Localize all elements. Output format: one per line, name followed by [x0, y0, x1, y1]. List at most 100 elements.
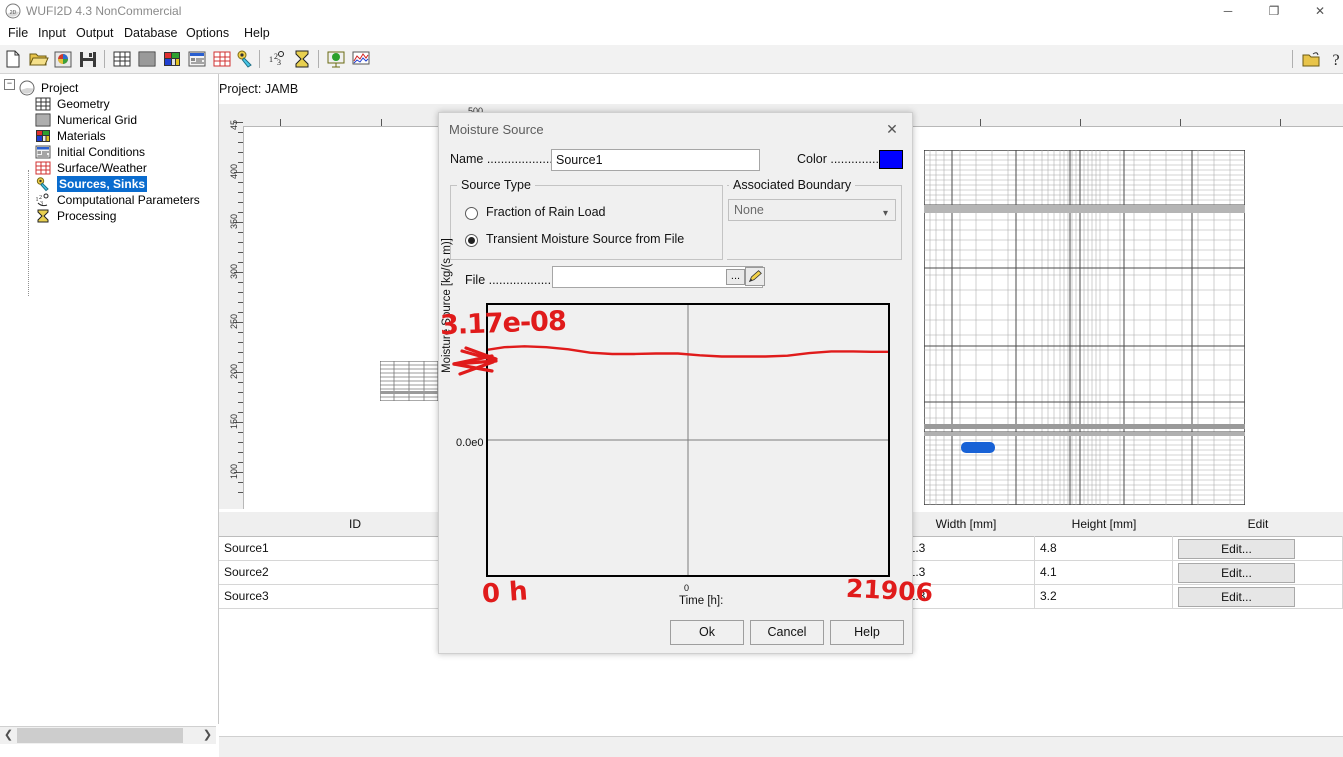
- project-tree-panel: − Project Geometry Numerical Grid Materi…: [0, 74, 219, 724]
- tree-collapse-toggle[interactable]: −: [4, 79, 15, 90]
- menu-database[interactable]: Database: [118, 25, 184, 42]
- initial-conditions-icon[interactable]: [186, 48, 208, 70]
- cell-edit: Edit...: [1173, 536, 1343, 560]
- chart-xlabel: Time [h]:: [679, 595, 723, 607]
- sources-sinks-icon[interactable]: [234, 48, 256, 70]
- radio-fraction-of-rain-load-label[interactable]: Fraction of Rain Load: [486, 205, 606, 219]
- menu-options[interactable]: Options: [180, 25, 235, 42]
- moisture-source-chart: [486, 303, 890, 577]
- minimize-button[interactable]: ─: [1205, 0, 1251, 22]
- sidebar-item-processing-label: Processing: [57, 208, 116, 224]
- geometry-icon: [35, 96, 51, 112]
- svg-text:1: 1: [269, 55, 273, 64]
- file-label: File .....................: [465, 273, 562, 287]
- associated-boundary-select[interactable]: None ▾: [728, 199, 896, 221]
- processing-hourglass-icon[interactable]: [291, 48, 313, 70]
- cell-height: 4.1: [1035, 560, 1173, 584]
- sidebar-item-materials-label: Materials: [57, 128, 106, 144]
- vruler-tick-label: 100: [229, 464, 239, 479]
- help-button[interactable]: Help: [830, 620, 904, 645]
- menu-input[interactable]: Input: [32, 25, 72, 42]
- vruler-tick-label: 400: [229, 164, 239, 179]
- sidebar-item-numerical-grid-label: Numerical Grid: [57, 112, 137, 128]
- menu-file[interactable]: File: [2, 25, 34, 42]
- sidebar-item-project-label: Project: [41, 80, 78, 96]
- sidebar-item-surface-weather-label: Surface/Weather: [57, 160, 147, 176]
- cancel-button[interactable]: Cancel: [750, 620, 824, 645]
- toolbar-separator-2: [259, 50, 260, 68]
- color-label: Color ................: [797, 152, 886, 166]
- associated-boundary-value: None: [734, 203, 764, 217]
- materials-icon: [35, 128, 51, 144]
- y-max-annotation: 3.17e-08: [439, 306, 566, 341]
- name-label: Name ......................: [450, 152, 563, 166]
- chart-plot-area: [488, 305, 888, 575]
- window-titlebar: 2D WUFI2D 4.3 NonCommercial ─ ❐ ✕: [0, 0, 1343, 23]
- close-icon[interactable]: ✕: [878, 117, 906, 141]
- toolbar-separator-3: [318, 50, 319, 68]
- save-icon[interactable]: [77, 48, 99, 70]
- scrollbar-thumb[interactable]: [17, 728, 183, 743]
- project-icon: [19, 80, 35, 96]
- initial-conditions-icon: [35, 144, 51, 160]
- cell-height: 4.8: [1035, 536, 1173, 560]
- surface-weather-icon[interactable]: [211, 48, 233, 70]
- browse-file-button[interactable]: ...: [726, 269, 745, 285]
- vruler-tick-label: 200: [229, 364, 239, 379]
- toolbar: 1 2 3 ?: [0, 45, 1343, 74]
- open-results-folder-icon[interactable]: [1300, 48, 1322, 70]
- maximize-button[interactable]: ❐: [1251, 0, 1297, 22]
- menu-help[interactable]: Help: [238, 25, 276, 42]
- numerical-grid-icon[interactable]: [136, 48, 158, 70]
- radio-fraction-of-rain-load[interactable]: [465, 207, 478, 220]
- window-title: WUFI2D 4.3 NonCommercial: [26, 4, 181, 18]
- project-label: Project: JAMB: [219, 82, 298, 96]
- sidebar-item-computational-parameters-label: Computational Parameters: [57, 192, 200, 208]
- close-button[interactable]: ✕: [1297, 0, 1343, 22]
- help-question-icon[interactable]: ?: [1325, 48, 1343, 70]
- associated-boundary-group: [727, 185, 902, 260]
- materials-icon[interactable]: [161, 48, 183, 70]
- vruler-tick-label: 250: [229, 314, 239, 329]
- color-swatch[interactable]: [879, 150, 903, 169]
- edit-file-button[interactable]: [745, 267, 765, 286]
- source-type-group-label: Source Type: [457, 178, 535, 192]
- radio-transient-moisture-source-label[interactable]: Transient Moisture Source from File: [486, 232, 684, 246]
- geometry-block-left: [380, 361, 438, 401]
- menu-output[interactable]: Output: [70, 25, 120, 42]
- results-chart-icon[interactable]: [350, 48, 372, 70]
- ok-button[interactable]: Ok: [670, 620, 744, 645]
- edit-button[interactable]: Edit...: [1178, 563, 1295, 583]
- numerical-grid-icon: [35, 112, 51, 128]
- vruler-tick-label: 45: [229, 120, 239, 130]
- table-header-edit: Edit: [1173, 512, 1343, 537]
- edit-button[interactable]: Edit...: [1178, 587, 1295, 607]
- table-header-height: Height [mm]: [1035, 512, 1174, 537]
- edit-button[interactable]: Edit...: [1178, 539, 1295, 559]
- svg-text:3: 3: [40, 201, 43, 207]
- vruler-tick-label: 150: [229, 414, 239, 429]
- open-folder-icon[interactable]: [27, 48, 49, 70]
- new-document-icon[interactable]: [2, 48, 24, 70]
- radio-transient-moisture-source[interactable]: [465, 234, 478, 247]
- chart-xtick-label: 0: [684, 583, 689, 593]
- tree-connector: [28, 170, 29, 296]
- source-marker[interactable]: [961, 442, 995, 453]
- computational-parameters-icon: 1 2 3: [35, 192, 51, 208]
- sidebar-item-sources-sinks-label: Sources, Sinks: [57, 176, 147, 192]
- x-max-annotation: 21906: [845, 574, 933, 608]
- table-header-width: Width [mm]: [897, 512, 1036, 537]
- computational-parameters-icon[interactable]: 1 2 3: [266, 48, 288, 70]
- svg-text:2D: 2D: [10, 10, 17, 16]
- project-info-icon[interactable]: [52, 48, 74, 70]
- name-input[interactable]: Source1: [551, 149, 760, 171]
- svg-text:?: ?: [1332, 52, 1339, 69]
- tree-horizontal-scrollbar[interactable]: ❮ ❯: [0, 726, 216, 744]
- vruler-tick-label: 350: [229, 214, 239, 229]
- surface-weather-icon: [35, 160, 51, 176]
- scroll-right-arrow[interactable]: ❯: [199, 727, 216, 744]
- geometry-grid-icon[interactable]: [111, 48, 133, 70]
- processing-icon: [35, 208, 51, 224]
- scroll-left-arrow[interactable]: ❮: [0, 727, 17, 744]
- results-globe-icon[interactable]: [325, 48, 347, 70]
